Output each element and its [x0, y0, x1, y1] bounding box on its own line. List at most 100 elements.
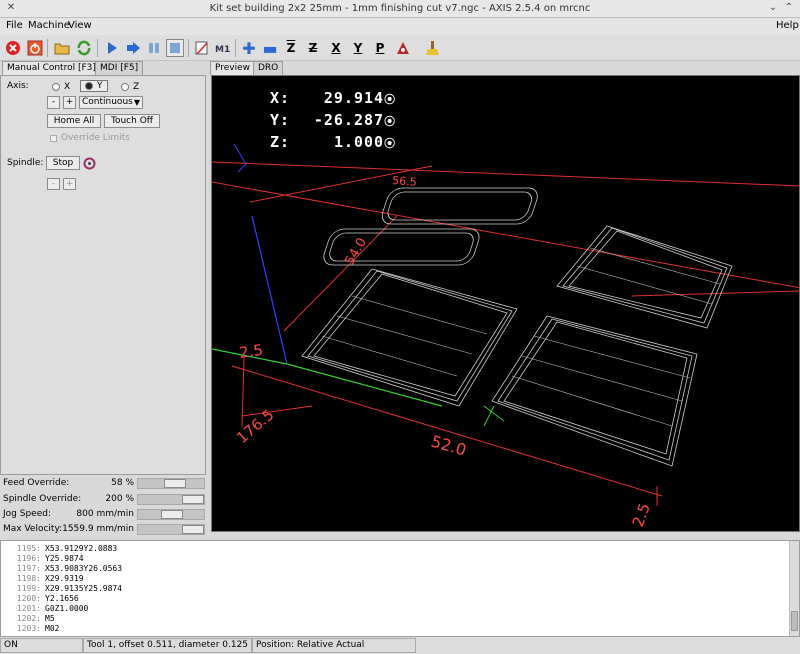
- tab-dro[interactable]: DRO: [253, 61, 284, 75]
- view-p-icon[interactable]: P: [371, 39, 389, 57]
- axis-z-radio[interactable]: Z: [121, 81, 139, 93]
- line-number: 1200:: [16, 594, 41, 603]
- svg-text:M1: M1: [215, 45, 230, 55]
- menu-machine[interactable]: Machine: [28, 20, 70, 31]
- stop-icon[interactable]: [166, 39, 184, 57]
- line-number: 1198:: [16, 574, 41, 583]
- power-icon[interactable]: [26, 39, 44, 57]
- slider-knob[interactable]: [161, 510, 183, 519]
- override-value: 58 %: [111, 478, 134, 488]
- machine-state: ON: [0, 638, 83, 653]
- maximize-icon[interactable]: ⌃: [782, 1, 796, 15]
- open-icon[interactable]: [53, 39, 71, 57]
- homed-icon: ⦿: [384, 93, 397, 106]
- gcode-listing[interactable]: 1195: X53.9129Y2.0883 1196: Y25.9874 1197: X5…: [0, 540, 800, 637]
- view-z-icon[interactable]: Z: [282, 39, 300, 57]
- view-z2-icon[interactable]: Z: [304, 39, 322, 57]
- spindle-plus-button[interactable]: +: [63, 178, 76, 190]
- clear-plot-icon[interactable]: [424, 39, 442, 57]
- override-row: Feed Override: 58 %: [0, 477, 206, 490]
- rotate-icon[interactable]: [394, 39, 412, 57]
- line-number: 1197:: [16, 564, 41, 573]
- gcode-scrollbar[interactable]: [789, 541, 799, 636]
- line-code: Y25.9874: [45, 554, 84, 563]
- preview-canvas[interactable]: 56.5 54.0 2.5 176.5 52.0 2.5 X: 29.914⦿ …: [211, 75, 800, 532]
- jog-plus-button[interactable]: +: [63, 96, 76, 109]
- slider-knob[interactable]: [164, 479, 186, 488]
- menu-help[interactable]: Help: [776, 20, 799, 31]
- override-value: 200 %: [105, 494, 134, 504]
- gcode-line[interactable]: 1199: X29.9135Y25.9874: [3, 584, 122, 594]
- jog-minus-button[interactable]: -: [47, 96, 60, 109]
- tool-info: Tool 1, offset 0.511, diameter 0.125: [83, 638, 252, 653]
- gcode-line[interactable]: 1197: X53.9083Y26.0563: [3, 564, 122, 574]
- menu-view[interactable]: View: [68, 20, 92, 31]
- gcode-line[interactable]: 1201: G0Z1.0000: [3, 604, 88, 614]
- spindle-rotate-icon[interactable]: [82, 156, 96, 170]
- line-code: X53.9083Y26.0563: [45, 564, 123, 573]
- dim-2-5b: 2.5: [629, 501, 654, 530]
- touch-off-button[interactable]: Touch Off: [104, 114, 160, 128]
- override-slider[interactable]: [137, 524, 205, 535]
- line-number: 1201:: [16, 604, 41, 613]
- override-slider[interactable]: [137, 478, 205, 489]
- spindle-minus-button[interactable]: -: [47, 178, 60, 190]
- dimension-labels: 56.5 54.0 2.5 176.5 52.0 2.5: [233, 174, 654, 529]
- slider-knob[interactable]: [182, 495, 204, 504]
- axis-label: Axis:: [7, 81, 29, 91]
- tab-manual-control[interactable]: Manual Control [F3]: [2, 61, 101, 75]
- gcode-line[interactable]: 1195: X53.9129Y2.0883: [3, 544, 117, 554]
- axis-y-radio[interactable]: Y: [80, 80, 108, 92]
- gcode-line[interactable]: 1200: Y2.1656: [3, 594, 79, 604]
- tab-mdi[interactable]: MDI [F5]: [95, 61, 144, 75]
- view-x-icon[interactable]: X: [327, 39, 345, 57]
- home-all-button[interactable]: Home All: [47, 114, 101, 128]
- override-limits-checkbox[interactable]: Override Limits: [50, 133, 130, 143]
- zoom-in-icon[interactable]: ✚: [240, 39, 258, 58]
- spindle-label: Spindle:: [7, 158, 44, 168]
- line-code: X29.9135Y25.9874: [45, 584, 123, 593]
- toolbar: M1 ✚ ▬ Z Z X Y P: [0, 35, 800, 61]
- line-code: X53.9129Y2.0883: [45, 544, 118, 553]
- jog-mode-select[interactable]: Continuous ▼: [79, 96, 143, 109]
- menu-bar: File Machine View Help: [0, 18, 800, 35]
- gcode-line[interactable]: 1203: M02: [3, 624, 60, 634]
- origin-marker: [233, 143, 247, 173]
- minimize-icon[interactable]: ⌄: [766, 1, 780, 15]
- tab-preview[interactable]: Preview: [210, 61, 256, 75]
- checkbox-icon: [50, 134, 57, 142]
- run-icon[interactable]: [103, 39, 121, 57]
- zoom-out-icon[interactable]: ▬: [261, 39, 279, 58]
- override-label: Max Velocity:: [3, 524, 63, 534]
- view-y-icon[interactable]: Y: [349, 39, 367, 57]
- line-code: M02: [45, 624, 60, 633]
- slider-knob[interactable]: [182, 525, 204, 534]
- override-row: Jog Speed: 800 mm/min: [0, 508, 206, 521]
- gcode-line[interactable]: 1196: Y25.9874: [3, 554, 84, 564]
- gcode-line[interactable]: 1202: M5: [3, 614, 55, 624]
- extent-lines: [212, 161, 799, 506]
- block-delete-icon[interactable]: [193, 39, 211, 57]
- tool-marker: [483, 405, 505, 427]
- homed-icon: ⦿: [384, 137, 397, 150]
- menu-file[interactable]: File: [6, 20, 23, 31]
- override-slider[interactable]: [137, 509, 205, 520]
- reload-icon[interactable]: [75, 39, 93, 57]
- override-slider[interactable]: [137, 494, 205, 505]
- homed-icon: ⦿: [384, 115, 397, 128]
- estop-icon[interactable]: [4, 39, 22, 57]
- status-bar: ON Tool 1, offset 0.511, diameter 0.125 …: [0, 637, 800, 654]
- override-label: Spindle Override:: [3, 494, 82, 504]
- pause-icon[interactable]: [145, 39, 163, 57]
- step-icon[interactable]: [124, 39, 142, 57]
- line-code: G0Z1.0000: [45, 604, 89, 613]
- manual-control-pane: Axis: X Y Z - + Continuous ▼ Home All To…: [0, 75, 206, 475]
- title-bar: Kit set building 2x2 25mm - 1mm finishin…: [0, 0, 800, 18]
- window-menu-icon[interactable]: ✕: [4, 1, 18, 15]
- spindle-stop-button[interactable]: Stop: [46, 156, 80, 170]
- scrollbar-thumb[interactable]: [791, 611, 798, 631]
- optional-stop-icon[interactable]: M1: [213, 39, 231, 57]
- window-title: Kit set building 2x2 25mm - 1mm finishin…: [209, 3, 591, 14]
- axis-x-radio[interactable]: X: [52, 81, 70, 93]
- gcode-line[interactable]: 1198: X29.9319: [3, 574, 84, 584]
